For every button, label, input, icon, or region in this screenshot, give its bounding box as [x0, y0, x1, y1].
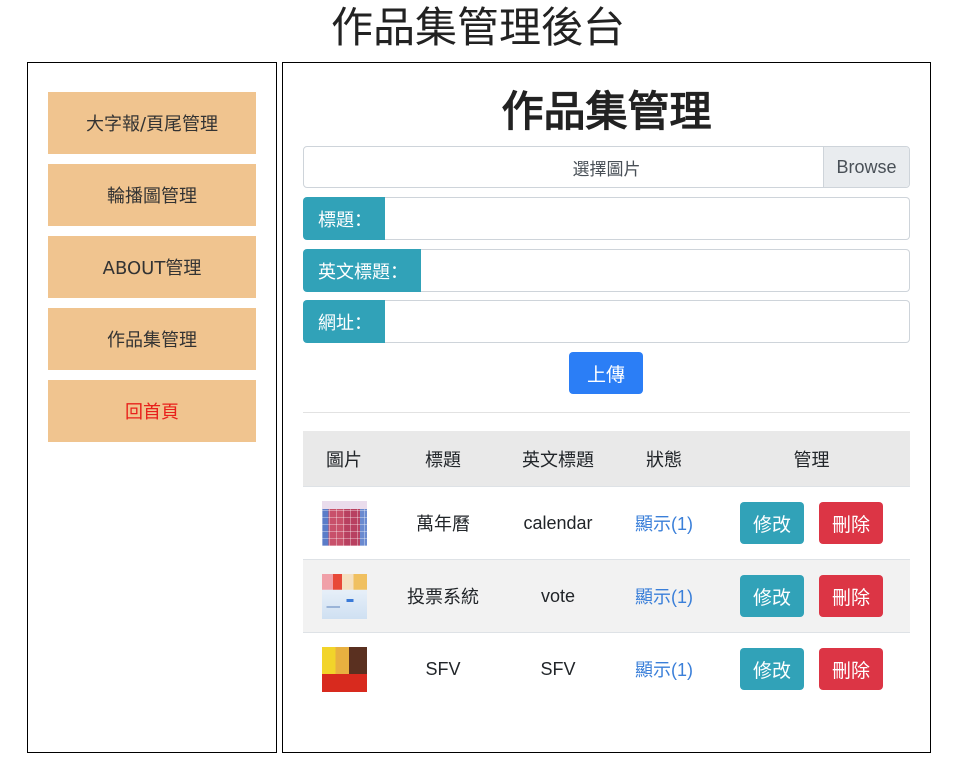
manage-cell: 修改 刪除	[713, 560, 910, 632]
image-cell	[303, 487, 385, 559]
upload-button[interactable]: 上傳	[569, 352, 643, 394]
en-title-cell: SFV	[540, 658, 576, 679]
manage-cell: 修改 刪除	[713, 633, 910, 705]
sidebar-item-label: ABOUT管理	[102, 258, 202, 279]
header-cell-status: 狀態	[646, 449, 682, 470]
table-row: SFV SFV 顯示(1) 修改 刪除	[303, 632, 910, 705]
url-field-group: 網址：	[303, 300, 910, 343]
status-cell: 顯示(1)	[615, 560, 713, 632]
status-cell: 顯示(1)	[615, 633, 713, 705]
thumbnail-image	[321, 573, 367, 619]
header-cell-manage: 管理	[793, 449, 830, 470]
title-cell: 投票系統	[407, 587, 479, 607]
delete-button[interactable]: 刪除	[819, 575, 883, 617]
sidebar-item-label: 輪播圖管理	[107, 186, 197, 207]
sidebar-item-banner-footer[interactable]: 大字報/頁尾管理	[48, 92, 256, 154]
status-toggle-link[interactable]: 顯示(1)	[635, 583, 693, 609]
table-header-row: 圖片 標題 英文標題 狀態 管理	[303, 431, 910, 486]
delete-button[interactable]: 刪除	[819, 648, 883, 690]
portfolio-table: 圖片 標題 英文標題 狀態 管理 萬年曆 calendar 顯示(1) 修改 刪…	[303, 431, 910, 705]
image-file-picker[interactable]: 選擇圖片 Browse	[303, 146, 910, 188]
delete-button[interactable]: 刪除	[819, 502, 883, 544]
sidebar-item-portfolio[interactable]: 作品集管理	[48, 308, 256, 370]
sidebar-item-home[interactable]: 回首頁	[48, 380, 256, 442]
header-cell-en-title: 英文標題	[522, 449, 594, 470]
en-title-cell: calendar	[523, 512, 593, 533]
en-title-input[interactable]	[421, 249, 910, 292]
table-row: 投票系統 vote 顯示(1) 修改 刪除	[303, 559, 910, 632]
title-field-group: 標題：	[303, 197, 910, 240]
sidebar-item-about[interactable]: ABOUT管理	[48, 236, 256, 298]
divider	[303, 412, 910, 413]
header-cell-title: 標題	[425, 449, 461, 470]
en-title-field-group: 英文標題：	[303, 249, 910, 292]
status-toggle-link[interactable]: 顯示(1)	[635, 656, 693, 682]
edit-button[interactable]: 修改	[740, 648, 804, 690]
file-picker-label: 選擇圖片	[572, 159, 641, 180]
image-cell	[303, 633, 385, 705]
title-input[interactable]	[385, 197, 910, 240]
title-cell: 萬年曆	[416, 514, 470, 534]
thumbnail-image	[321, 646, 367, 692]
status-toggle-link[interactable]: 顯示(1)	[635, 510, 693, 536]
sidebar-item-label: 大字報/頁尾管理	[85, 114, 219, 135]
en-title-field-label: 英文標題：	[303, 249, 421, 292]
manage-cell: 修改 刪除	[713, 487, 910, 559]
sidebar-item-carousel[interactable]: 輪播圖管理	[48, 164, 256, 226]
title-cell: SFV	[425, 658, 461, 679]
sidebar: 大字報/頁尾管理 輪播圖管理 ABOUT管理 作品集管理 回首頁	[27, 62, 277, 753]
sidebar-item-label: 作品集管理	[107, 330, 197, 351]
thumbnail-image	[321, 500, 367, 546]
browse-button[interactable]: Browse	[823, 147, 909, 187]
edit-button[interactable]: 修改	[740, 575, 804, 617]
en-title-cell: vote	[540, 585, 576, 606]
header-cell-image: 圖片	[326, 449, 362, 470]
main-panel: 作品集管理 選擇圖片 Browse 標題： 英文標題： 網址： 上傳 圖片 標題…	[282, 62, 931, 753]
page-heading: 作品集管理	[501, 87, 712, 136]
page-title: 作品集管理後台	[330, 3, 625, 52]
sidebar-item-label: 回首頁	[125, 402, 179, 423]
table-row: 萬年曆 calendar 顯示(1) 修改 刪除	[303, 486, 910, 559]
title-field-label: 標題：	[303, 197, 385, 240]
url-input[interactable]	[385, 300, 910, 343]
image-cell	[303, 560, 385, 632]
status-cell: 顯示(1)	[615, 487, 713, 559]
edit-button[interactable]: 修改	[740, 502, 804, 544]
url-field-label: 網址：	[303, 300, 385, 343]
